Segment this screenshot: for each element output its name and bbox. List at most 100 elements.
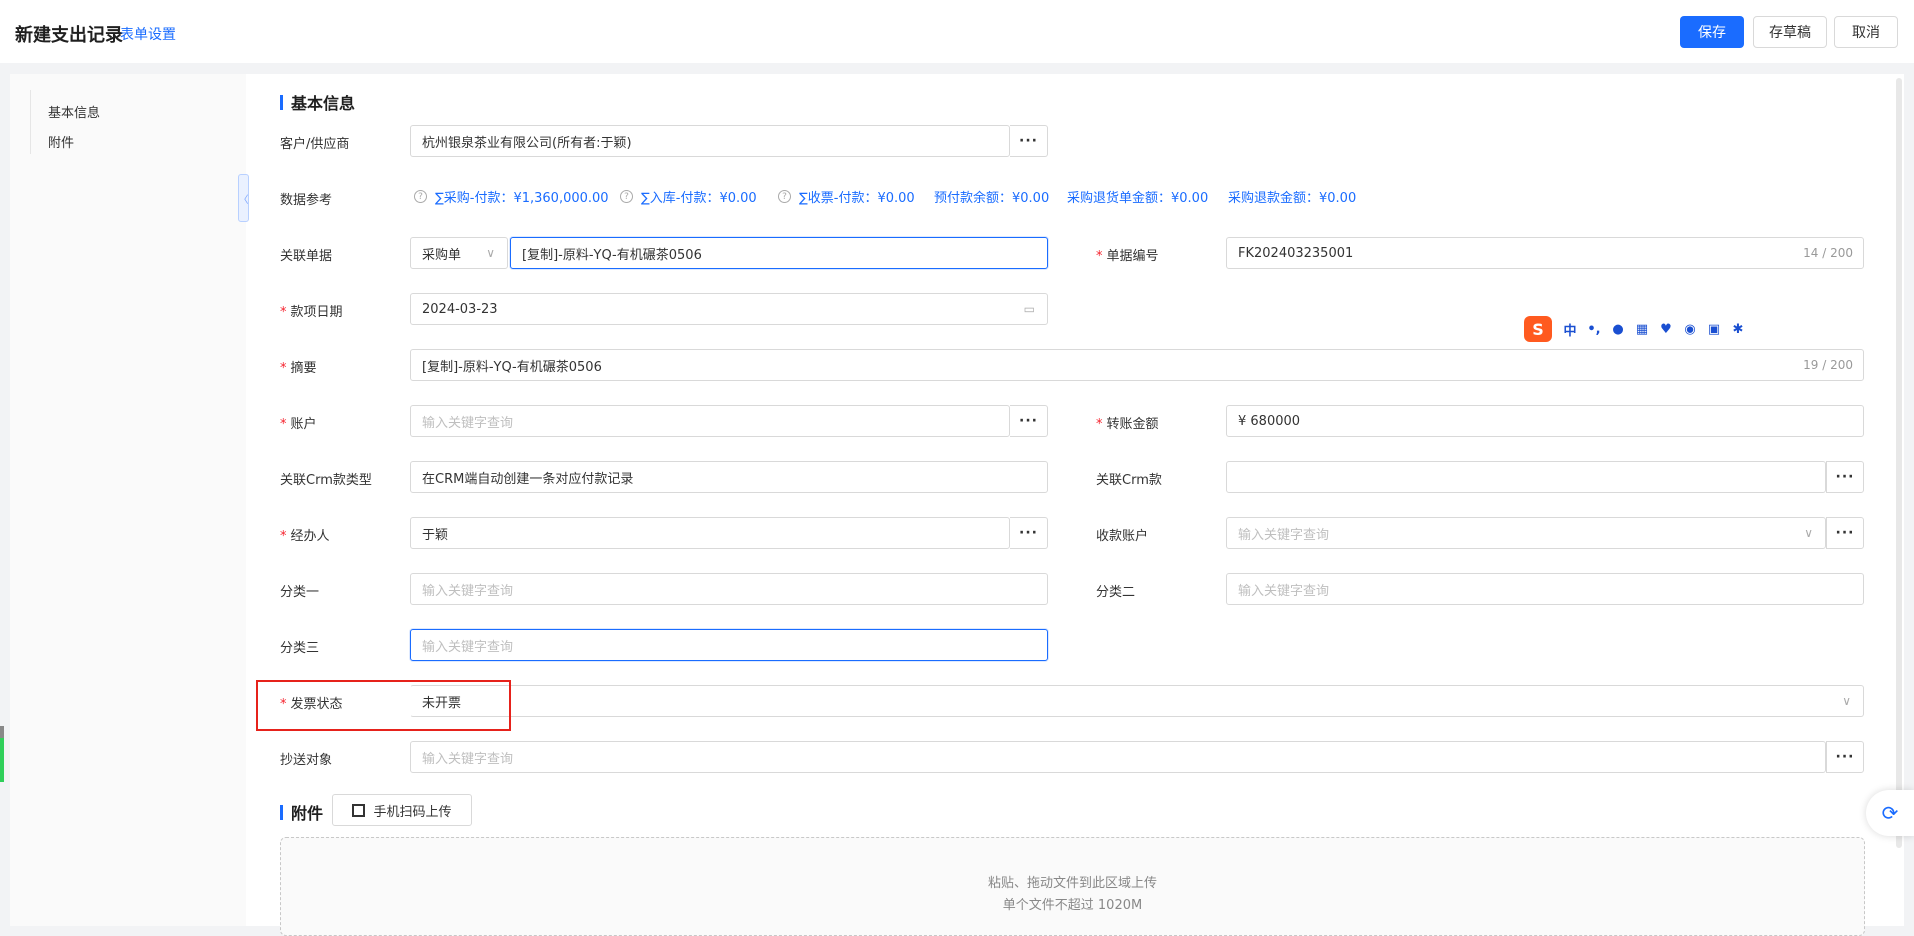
category-two-label: 分类二 <box>1096 585 1136 600</box>
ref-text: 预付款余额：¥0.00 <box>934 191 1050 206</box>
cc-label: 抄送对象 <box>280 753 333 768</box>
account-placeholder: 输入关键字查询 <box>422 415 514 431</box>
doc-number-value: FK202403235001 <box>1238 245 1354 261</box>
ref-text: ∑采购-付款：¥1,360,000.00 <box>435 191 609 206</box>
amount-label-text: 转账金额 <box>1106 417 1159 432</box>
ref-text: ∑入库-付款：¥0.00 <box>641 191 757 206</box>
ref-stockin-payment: ? ∑入库-付款：¥0.00 <box>620 187 757 206</box>
assistant-float-icon[interactable]: ⟳ <box>1866 790 1914 836</box>
section-nav: 基本信息 附件 <box>10 74 246 926</box>
ime-punct-icon[interactable]: •, <box>1582 322 1606 337</box>
settings-icon[interactable]: ✱ <box>1726 322 1750 337</box>
receive-account-select[interactable]: 输入关键字查询 ∨ <box>1226 517 1826 549</box>
category-three-placeholder: 输入关键字查询 <box>422 639 514 655</box>
data-ref-label: 数据参考 <box>280 193 333 208</box>
customer-more-button[interactable]: ··· <box>1010 125 1048 157</box>
section-title-attachment: 附件 <box>280 800 323 824</box>
microphone-icon[interactable]: ● <box>1606 322 1630 337</box>
nav-item-attachment[interactable]: 附件 <box>48 132 74 151</box>
ref-return-amount: 采购退货单金额：¥0.00 <box>1067 187 1208 206</box>
category-one-label: 分类一 <box>280 585 320 600</box>
section-title-basic: 基本信息 <box>280 90 355 114</box>
required-mark: * <box>280 361 287 376</box>
calendar-icon: ▭ <box>1023 302 1035 316</box>
category-two-input[interactable]: 输入关键字查询 <box>1226 573 1864 605</box>
chevron-down-icon: ∨ <box>486 246 495 260</box>
chevron-down-icon: ∨ <box>1804 526 1813 540</box>
invoice-status-select[interactable]: 未开票 ∨ <box>410 685 1864 717</box>
category-three-input[interactable]: 输入关键字查询 <box>410 629 1048 661</box>
handler-more-button[interactable]: ··· <box>1010 517 1048 549</box>
required-mark: * <box>1096 249 1103 264</box>
linked-doc-type-select[interactable]: 采购单 ∨ <box>410 237 508 269</box>
side-indicator-top <box>0 726 4 738</box>
category-one-placeholder: 输入关键字查询 <box>422 583 514 599</box>
crm-input[interactable] <box>1226 461 1826 493</box>
nav-track <box>30 90 31 154</box>
receive-account-more-button[interactable]: ··· <box>1826 517 1864 549</box>
receive-account-placeholder: 输入关键字查询 <box>1238 527 1330 543</box>
date-label-text: 款项日期 <box>290 305 343 320</box>
crm-type-value: 在CRM端自动创建一条对应付款记录 <box>422 471 634 487</box>
cancel-button[interactable]: 取消 <box>1834 16 1898 48</box>
account-more-button[interactable]: ··· <box>1010 405 1048 437</box>
receive-account-label: 收款账户 <box>1096 529 1149 544</box>
ime-toolbar: S 中 •, ● ▦ ♥ ◉ ▣ ✱ <box>1520 316 1752 342</box>
linked-doc-label: 关联单据 <box>280 249 333 264</box>
vertical-scrollbar[interactable] <box>1896 78 1902 848</box>
save-button[interactable]: 保存 <box>1680 16 1744 48</box>
help-icon[interactable]: ? <box>778 190 791 203</box>
date-label: * 款项日期 <box>280 301 343 320</box>
toolbox-icon[interactable]: ▣ <box>1702 322 1726 337</box>
handler-input[interactable]: 于颖 <box>410 517 1010 549</box>
category-two-placeholder: 输入关键字查询 <box>1238 583 1330 599</box>
top-bar: 新建支出记录 表单设置 保存 存草稿 取消 <box>0 0 1914 63</box>
account-label: * 账户 <box>280 413 317 432</box>
doc-number-input[interactable]: FK202403235001 14 / 200 <box>1226 237 1864 269</box>
crm-label: 关联Crm款 <box>1096 473 1162 488</box>
doc-number-label: * 单据编号 <box>1096 245 1159 264</box>
crm-type-field[interactable]: 在CRM端自动创建一条对应付款记录 <box>410 461 1048 493</box>
crm-more-button[interactable]: ··· <box>1826 461 1864 493</box>
help-icon[interactable]: ? <box>414 190 427 203</box>
date-picker[interactable]: 2024-03-23 ▭ <box>410 293 1048 325</box>
annotation-highlight-box <box>256 680 511 731</box>
required-mark: * <box>280 417 287 432</box>
help-icon[interactable]: ? <box>620 190 633 203</box>
cc-more-button[interactable]: ··· <box>1826 741 1864 773</box>
save-draft-button[interactable]: 存草稿 <box>1753 16 1827 48</box>
keyboard-icon[interactable]: ▦ <box>1630 322 1654 337</box>
summary-input[interactable]: [复制]-原料-YQ-有机碾茶0506 19 / 200 <box>410 349 1864 381</box>
form-settings-link[interactable]: 表单设置 <box>120 24 176 44</box>
qr-code-icon <box>352 803 366 817</box>
page-title: 新建支出记录 <box>15 25 123 46</box>
ref-invoice-payment: ? ∑收票-付款：¥0.00 <box>778 187 915 206</box>
required-mark: * <box>1096 417 1103 432</box>
customer-field[interactable]: 杭州银泉茶业有限公司(所有者:于颖) <box>410 125 1010 157</box>
ref-purchase-payment: ? ∑采购-付款：¥1,360,000.00 <box>414 187 609 206</box>
collapse-nav-button[interactable]: 〈 <box>238 174 249 222</box>
category-three-label: 分类三 <box>280 641 320 656</box>
ref-text: 采购退款金额：¥0.00 <box>1228 191 1357 206</box>
required-mark: * <box>280 305 287 320</box>
size-hint: 单个文件不超过 1020M <box>1002 898 1143 913</box>
category-one-input[interactable]: 输入关键字查询 <box>410 573 1048 605</box>
file-drop-zone[interactable]: 粘贴、拖动文件到此区域上传 单个文件不超过 1020M <box>280 837 1865 936</box>
scan-upload-button[interactable]: 手机扫码上传 <box>332 794 472 826</box>
amount-input[interactable]: ¥ 680000 <box>1226 405 1864 437</box>
account-input[interactable]: 输入关键字查询 <box>410 405 1010 437</box>
sogou-logo-icon[interactable]: S <box>1524 316 1552 342</box>
doc-number-label-text: 单据编号 <box>1106 249 1159 264</box>
nav-item-basic-info[interactable]: 基本信息 <box>48 102 100 121</box>
ref-prepay-balance: 预付款余额：¥0.00 <box>934 187 1049 206</box>
robot-icon[interactable]: ◉ <box>1678 322 1702 337</box>
customer-label: 客户/供应商 <box>280 137 350 152</box>
summary-label: * 摘要 <box>280 357 317 376</box>
linked-doc-input[interactable]: [复制]-原料-YQ-有机碾茶0506 <box>510 237 1048 269</box>
cc-input[interactable]: 输入关键字查询 <box>410 741 1826 773</box>
ime-mode-icon[interactable]: 中 <box>1558 320 1582 339</box>
drop-hint: 粘贴、拖动文件到此区域上传 <box>987 876 1157 891</box>
section-title-text: 附件 <box>291 804 324 823</box>
amount-value: ¥ 680000 <box>1238 413 1301 429</box>
skin-icon[interactable]: ♥ <box>1654 322 1678 337</box>
